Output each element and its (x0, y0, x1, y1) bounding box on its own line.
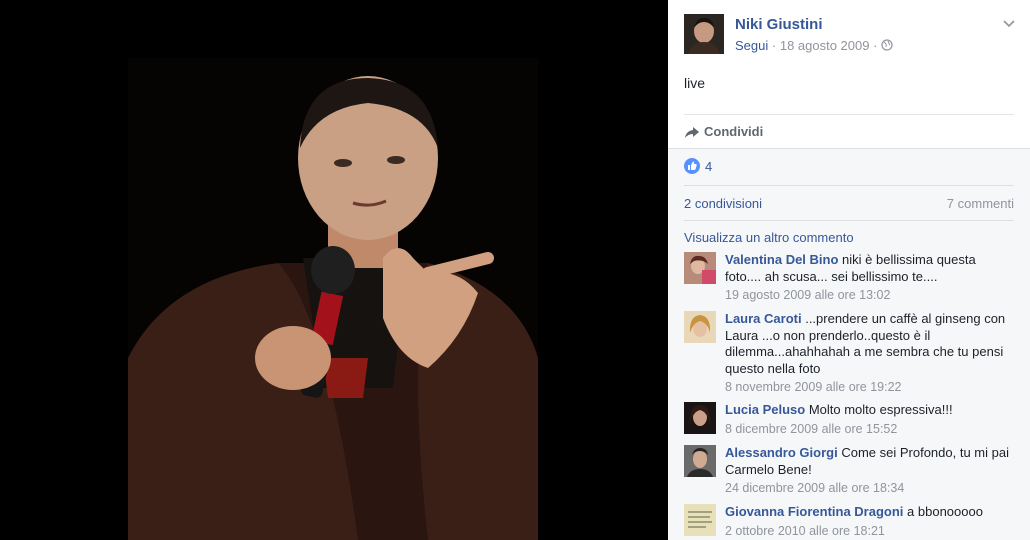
post-text: live (684, 75, 706, 91)
commenter-name[interactable]: Alessandro Giorgi (725, 445, 838, 460)
commenter-avatar[interactable] (684, 445, 716, 477)
comment-text: Molto molto espressiva!!! (808, 402, 953, 417)
share-button[interactable]: Condividi (704, 124, 763, 139)
share-bar: Condividi (684, 114, 1014, 149)
commenter-name[interactable]: Valentina Del Bino (725, 252, 838, 267)
divider (684, 185, 1014, 186)
author-name[interactable]: Niki Giustini (735, 16, 823, 33)
commenter-avatar[interactable] (684, 402, 716, 434)
commenter-avatar[interactable] (684, 252, 716, 284)
post-photo[interactable] (128, 58, 538, 540)
post-stats: 2 condivisioni 7 commenti (684, 196, 1014, 214)
commenter-name[interactable]: Lucia Peluso (725, 402, 805, 417)
view-more-comments-link[interactable]: Visualizza un altro commento (684, 230, 854, 245)
commenter-name[interactable]: Giovanna Fiorentina Dragoni (725, 504, 903, 519)
follow-button[interactable]: Segui (735, 38, 768, 53)
thumbs-up-icon (684, 158, 700, 174)
globe-icon[interactable] (881, 38, 893, 53)
comment-timestamp[interactable]: 2 ottobre 2010 alle ore 18:21 (725, 523, 1010, 540)
commenter-avatar[interactable] (684, 311, 716, 343)
chevron-down-icon[interactable] (1002, 16, 1016, 30)
divider (684, 220, 1014, 221)
like-count[interactable]: 4 (705, 159, 712, 174)
post-panel: Niki Giustini Segui · 18 agosto 2009 · l… (668, 0, 1030, 540)
photo-viewer (0, 0, 668, 540)
post-date[interactable]: 18 agosto 2009 (780, 38, 870, 53)
author-avatar[interactable] (684, 14, 724, 54)
comment-timestamp[interactable]: 8 novembre 2009 alle ore 19:22 (725, 379, 1010, 396)
comment-timestamp[interactable]: 19 agosto 2009 alle ore 13:02 (725, 287, 1010, 304)
comments-count[interactable]: 7 commenti (947, 196, 1014, 211)
comment-body: Lucia Peluso Molto molto espressiva!!! 8… (725, 402, 1010, 437)
comment-body: Alessandro Giorgi Come sei Profondo, tu … (725, 445, 1010, 497)
meta-separator: · (771, 38, 777, 53)
comment-timestamp[interactable]: 24 dicembre 2009 alle ore 18:34 (725, 480, 1010, 497)
meta-separator: · (873, 38, 878, 53)
share-icon[interactable] (684, 124, 700, 140)
comment-body: Giovanna Fiorentina Dragoni a bbonooooo … (725, 504, 1010, 539)
commenter-avatar[interactable] (684, 504, 716, 536)
post-header: Niki Giustini Segui · 18 agosto 2009 · (684, 14, 1016, 58)
comment-timestamp[interactable]: 8 dicembre 2009 alle ore 15:52 (725, 421, 1010, 438)
commenter-name[interactable]: Laura Caroti (725, 311, 802, 326)
comment-text: a bbonooooo (907, 504, 983, 519)
comment-body: Laura Caroti ...prendere un caffè al gin… (725, 311, 1010, 396)
shares-count[interactable]: 2 condivisioni (684, 196, 762, 211)
post-meta: Segui · 18 agosto 2009 · (735, 38, 893, 53)
comment-body: Valentina Del Bino niki è bellissima que… (725, 252, 1010, 304)
